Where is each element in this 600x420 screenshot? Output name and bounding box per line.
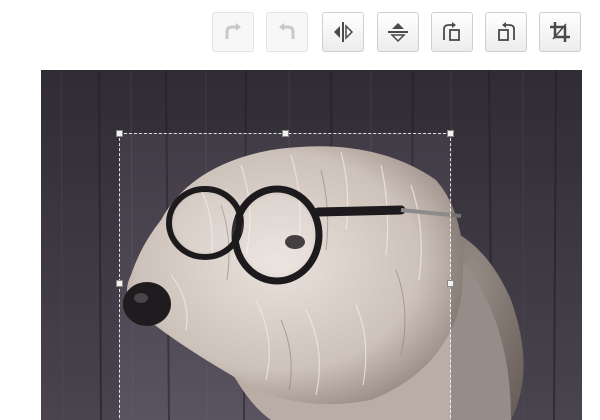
crop-handle-top-left[interactable] <box>116 130 123 137</box>
crop-handle-middle-left[interactable] <box>116 280 123 287</box>
rotate-counterclockwise-icon <box>498 22 515 41</box>
undo-button[interactable] <box>266 12 308 52</box>
image-edit-toolbar <box>212 12 588 52</box>
flip-horizontal-icon <box>334 22 354 42</box>
flip-horizontal-button[interactable] <box>322 12 364 52</box>
crop-handle-top-middle[interactable] <box>282 130 289 137</box>
rotate-clockwise-button[interactable] <box>431 12 473 52</box>
redo-button[interactable] <box>212 12 254 52</box>
flip-vertical-button[interactable] <box>377 12 419 52</box>
undo-icon <box>279 23 295 39</box>
crop-selection-box[interactable] <box>116 130 454 420</box>
crop-icon <box>550 22 570 42</box>
crop-handle-middle-right[interactable] <box>447 280 454 287</box>
crop-button[interactable] <box>539 12 581 52</box>
crop-handle-top-right[interactable] <box>447 130 454 137</box>
image-canvas[interactable] <box>41 70 582 420</box>
flip-vertical-icon <box>388 23 408 43</box>
rotate-clockwise-icon <box>443 22 460 41</box>
redo-icon <box>225 23 241 39</box>
rotate-counterclockwise-button[interactable] <box>485 12 527 52</box>
